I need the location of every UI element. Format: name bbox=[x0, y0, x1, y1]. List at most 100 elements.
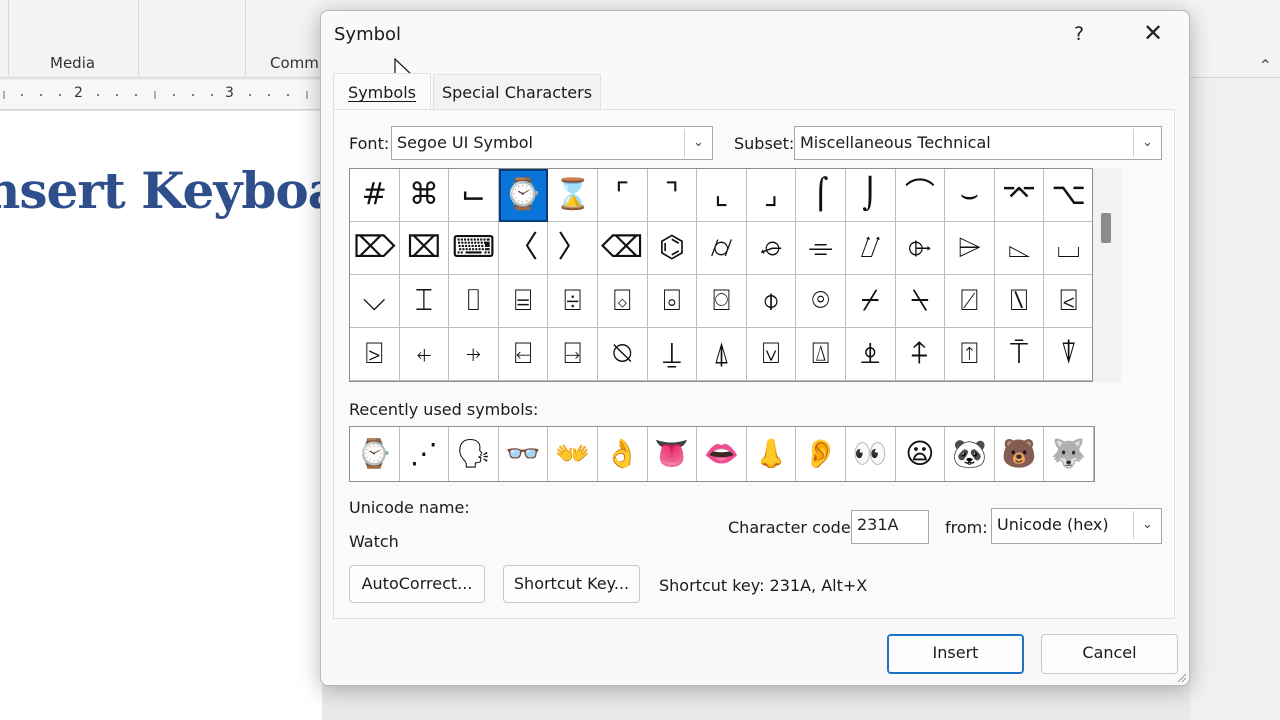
insert-button[interactable]: Insert bbox=[887, 634, 1024, 674]
close-icon[interactable]: ✕ bbox=[1138, 19, 1168, 49]
symbol-cell[interactable]: ⍒ bbox=[1044, 328, 1092, 381]
recent-symbol-cell[interactable]: 👂 bbox=[796, 427, 846, 481]
scrollbar-thumb[interactable] bbox=[1101, 213, 1111, 243]
symbol-cell[interactable]: ⌵ bbox=[350, 275, 400, 328]
symbol-cell[interactable]: ⌬ bbox=[647, 222, 698, 275]
symbol-cell[interactable]: ⌶ bbox=[399, 275, 450, 328]
recent-symbol-cell[interactable]: 👀 bbox=[846, 427, 896, 481]
symbol-cell[interactable]: ⌟ bbox=[746, 169, 797, 222]
symbol-cell[interactable]: ⍂ bbox=[994, 275, 1045, 328]
symbol-cell[interactable]: ⌧ bbox=[399, 222, 450, 275]
chevron-down-icon[interactable]: ⌄ bbox=[1133, 511, 1161, 539]
symbol-cell[interactable]: ⌡ bbox=[845, 169, 896, 222]
symbol-cell[interactable]: ⍉ bbox=[597, 328, 648, 381]
symbol-cell[interactable]: ⍅ bbox=[399, 328, 450, 381]
symbol-cell[interactable]: ⌘ bbox=[399, 169, 450, 222]
recent-symbol-cell[interactable]: 👐 bbox=[548, 427, 598, 481]
symbol-cell[interactable]: ⌙ bbox=[449, 169, 499, 222]
from-select[interactable]: Unicode (hex) ⌄ bbox=[991, 508, 1162, 544]
symbol-cell[interactable]: ⍇ bbox=[498, 328, 549, 381]
chevron-down-icon[interactable]: ⌄ bbox=[1133, 129, 1161, 157]
symbol-cell[interactable]: ⍋ bbox=[697, 328, 747, 381]
symbol-cell[interactable]: ⌼ bbox=[697, 275, 747, 328]
tab-symbols[interactable]: Symbols bbox=[333, 73, 431, 111]
symbol-grid[interactable]: # ⌘ ⌙ ⌚ ⌛ ⌜ ⌝ ⌞ ⌟ ⌠ ⌡ ⌒ ⌣ ⌤ ⌥ ⌦ ⌧ ⌨ 〈〉 ⌫ ⌬ ⌭ ⌮ ⌯ ⌰ ⌱ ⌲ ⌳ ⌴ ⌵ ⌶ ⌷ ⌸ ⌹ ⌺ ⌻ ⌼ ⌽ ⌾… bbox=[349, 168, 1093, 382]
symbol-cell[interactable]: ⌭ bbox=[697, 222, 747, 275]
symbol-cell[interactable]: ⌰ bbox=[845, 222, 896, 275]
symbol-cell[interactable]: ⌛ bbox=[548, 169, 598, 222]
symbol-cell[interactable]: ⍈ bbox=[548, 328, 598, 381]
symbol-cell[interactable]: ⌮ bbox=[746, 222, 797, 275]
document-page[interactable]: nsert Keyboa bbox=[0, 111, 322, 720]
recent-symbol-cell[interactable]: 😦 bbox=[896, 427, 946, 481]
recent-symbol-cell[interactable]: 👓 bbox=[499, 427, 549, 481]
shortcut-key-button[interactable]: Shortcut Key... bbox=[503, 565, 640, 603]
recent-symbol-cell[interactable]: 🐻 bbox=[995, 427, 1045, 481]
symbol-cell[interactable]: 〉 bbox=[548, 222, 598, 275]
symbol-cell[interactable]: ⌚ bbox=[498, 169, 549, 222]
recent-symbol-cell[interactable]: 🐼 bbox=[945, 427, 995, 481]
symbol-cell[interactable]: ⍄ bbox=[350, 328, 400, 381]
ribbon-group-comments[interactable]: Comm bbox=[270, 54, 319, 72]
font-select[interactable]: Segoe UI Symbol ⌄ bbox=[391, 126, 713, 160]
symbol-cell[interactable]: ⍌ bbox=[746, 328, 797, 381]
help-button[interactable]: ? bbox=[1067, 23, 1091, 47]
recent-symbol-cell[interactable]: ⌚ bbox=[350, 427, 400, 481]
symbol-cell[interactable]: ⌠ bbox=[796, 169, 846, 222]
recent-symbols-row[interactable]: ⌚ ⋰ 🗣 👓 👐 👌 👅 👄 👃 👂 👀 😦 🐼 🐻 🐺 bbox=[349, 426, 1095, 482]
symbol-cell[interactable]: ⌻ bbox=[647, 275, 698, 328]
symbol-grid-scrollbar[interactable] bbox=[1093, 168, 1121, 382]
symbol-cell[interactable]: ⌿ bbox=[845, 275, 896, 328]
symbol-cell[interactable]: ⌯ bbox=[796, 222, 846, 275]
symbol-cell[interactable]: ⌜ bbox=[597, 169, 648, 222]
chevron-down-icon[interactable]: ⌄ bbox=[684, 129, 712, 157]
symbol-cell[interactable]: ⍎ bbox=[845, 328, 896, 381]
autocorrect-button[interactable]: AutoCorrect... bbox=[349, 565, 485, 603]
symbol-cell[interactable]: ⌽ bbox=[746, 275, 797, 328]
symbol-cell[interactable]: ⌴ bbox=[1044, 222, 1092, 275]
symbol-cell[interactable]: ⍐ bbox=[945, 328, 995, 381]
symbol-cell[interactable]: ⍏ bbox=[895, 328, 946, 381]
symbol-cell[interactable]: ⍆ bbox=[449, 328, 499, 381]
symbol-cell[interactable]: ⌞ bbox=[697, 169, 747, 222]
symbol-cell[interactable]: ⌨ bbox=[449, 222, 499, 275]
symbol-cell[interactable]: ⌦ bbox=[350, 222, 400, 275]
symbol-cell[interactable]: ⍑ bbox=[994, 328, 1045, 381]
chevron-up-icon[interactable]: ⌃ bbox=[1259, 56, 1272, 75]
symbol-cell[interactable]: ⌒ bbox=[895, 169, 946, 222]
symbol-cell[interactable]: ⌺ bbox=[597, 275, 648, 328]
resize-grip-icon[interactable] bbox=[1175, 671, 1187, 683]
symbol-cell[interactable]: ⌳ bbox=[994, 222, 1045, 275]
symbol-cell[interactable]: 〈 bbox=[498, 222, 549, 275]
recent-symbol-cell[interactable]: 👅 bbox=[648, 427, 698, 481]
recent-symbol-cell[interactable]: 👄 bbox=[697, 427, 747, 481]
subset-select[interactable]: Miscellaneous Technical ⌄ bbox=[794, 126, 1162, 160]
symbol-cell[interactable]: ⍃ bbox=[1044, 275, 1092, 328]
recent-symbol-cell[interactable]: 👃 bbox=[747, 427, 797, 481]
symbol-cell[interactable]: ⌤ bbox=[994, 169, 1045, 222]
recent-symbol-cell[interactable]: ⋰ bbox=[400, 427, 450, 481]
symbol-cell[interactable]: ⌫ bbox=[597, 222, 648, 275]
symbol-cell[interactable]: ⍁ bbox=[945, 275, 995, 328]
cancel-button[interactable]: Cancel bbox=[1041, 634, 1178, 674]
recent-symbol-cell[interactable]: 👌 bbox=[598, 427, 648, 481]
character-code-input[interactable]: 231A bbox=[851, 510, 929, 544]
symbol-cell[interactable]: ⍀ bbox=[895, 275, 946, 328]
symbol-cell[interactable]: ⌝ bbox=[647, 169, 698, 222]
symbol-dialog: Symbol ? ✕ Symbols Special Characters Fo… bbox=[320, 10, 1190, 686]
symbol-cell[interactable]: ⌲ bbox=[945, 222, 995, 275]
symbol-cell[interactable]: ⌣ bbox=[945, 169, 995, 222]
symbol-cell[interactable]: ⌹ bbox=[548, 275, 598, 328]
symbol-cell[interactable]: ⌸ bbox=[498, 275, 549, 328]
symbol-cell[interactable]: ⌷ bbox=[449, 275, 499, 328]
recent-symbol-cell[interactable]: 🗣 bbox=[449, 427, 499, 481]
ribbon-group-media[interactable]: Media bbox=[50, 54, 95, 72]
symbol-cell[interactable]: ⍊ bbox=[647, 328, 698, 381]
symbol-cell[interactable]: ⌱ bbox=[895, 222, 946, 275]
tab-special-characters[interactable]: Special Characters bbox=[433, 74, 601, 110]
recent-symbol-cell[interactable]: 🐺 bbox=[1044, 427, 1094, 481]
symbol-cell[interactable]: # bbox=[350, 169, 400, 222]
symbol-cell[interactable]: ⍍ bbox=[796, 328, 846, 381]
symbol-cell[interactable]: ⌥ bbox=[1044, 169, 1092, 222]
symbol-cell[interactable]: ⌾ bbox=[796, 275, 846, 328]
